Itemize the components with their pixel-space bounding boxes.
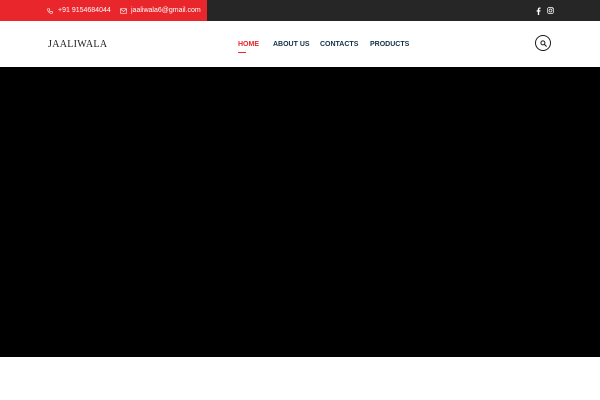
search-icon [539, 34, 547, 52]
facebook-icon[interactable] [536, 0, 541, 21]
phone-contact[interactable]: +91 9154684044 [47, 0, 111, 21]
active-nav-indicator [238, 52, 246, 53]
site-header: JAALIWALA HOME ABOUT US CONTACTS PRODUCT… [0, 21, 600, 67]
nav-home[interactable]: HOME [238, 21, 259, 67]
top-bar: +91 9154684044 jaaliwala6@gmail.com [0, 0, 600, 21]
nav-products[interactable]: PRODUCTS [370, 21, 409, 67]
search-button[interactable] [535, 35, 551, 51]
envelope-icon [120, 7, 127, 14]
nav-contacts[interactable]: CONTACTS [320, 21, 358, 67]
phone-number: +91 9154684044 [58, 7, 111, 14]
email-contact[interactable]: jaaliwala6@gmail.com [120, 0, 201, 21]
phone-icon [47, 7, 53, 14]
nav-about-us[interactable]: ABOUT US [273, 21, 310, 67]
instagram-icon[interactable] [547, 0, 554, 21]
email-address: jaaliwala6@gmail.com [131, 7, 201, 14]
hero-banner [0, 67, 600, 357]
site-logo[interactable]: JAALIWALA [48, 21, 107, 67]
